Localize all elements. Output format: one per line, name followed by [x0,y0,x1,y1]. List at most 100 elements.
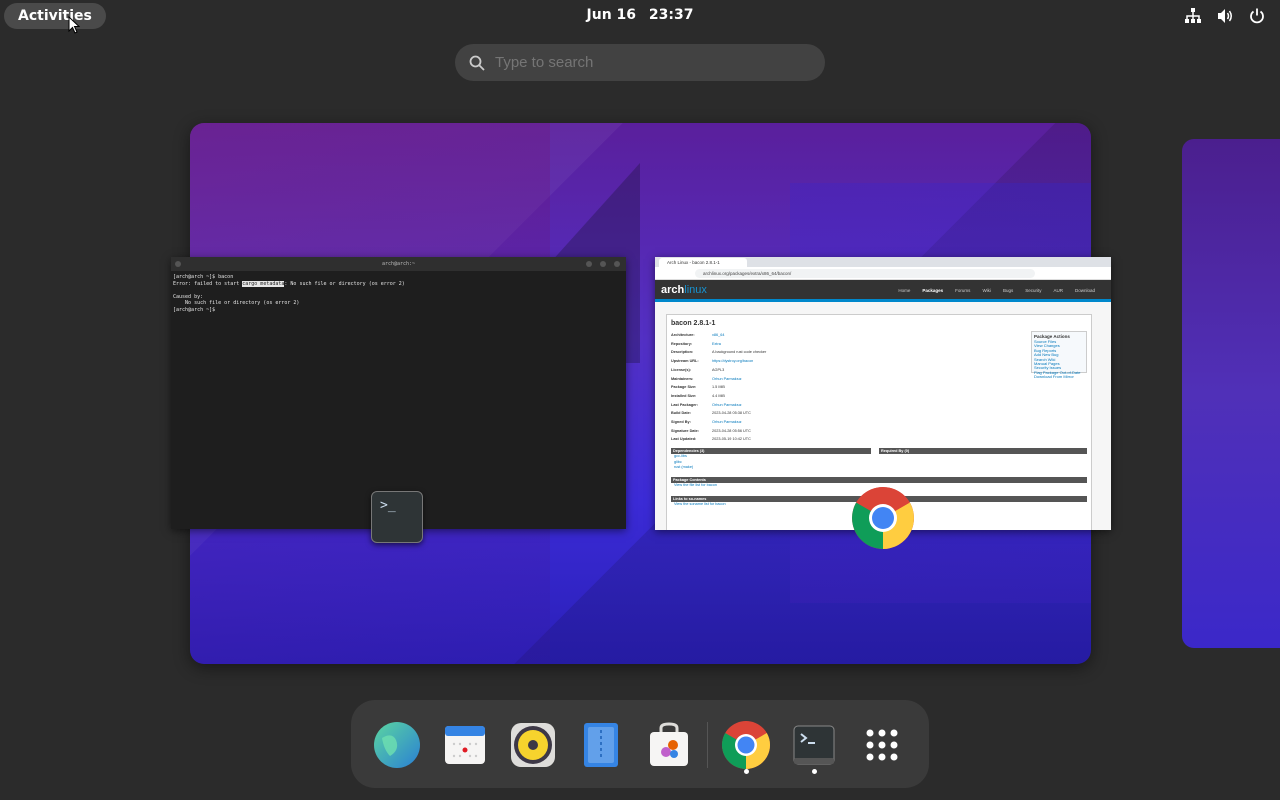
detail-key: Architecture: [671,333,695,337]
detail-value: A background rust code checker [712,350,767,355]
terminal-titlebar: arch@arch:~ [171,257,626,271]
detail-value: Extra [712,341,721,346]
detail-value: 2023-05-19 10:42 UTC [712,437,751,442]
running-indicator [812,769,817,774]
detail-key: Last Packager: [671,402,699,407]
dash [351,700,929,788]
detail-row: Upstream URL: https://dystroy.org/bacon [671,357,1087,366]
terminal-icon[interactable] [789,720,839,770]
browser-url: archlinux.org/packages/extra/x86_64/baco… [695,269,1035,278]
detail-row: Repository: Extra [671,340,1087,349]
required-by-header: Required By (0) [879,448,1087,455]
chrome-icon [852,487,914,549]
search-bar[interactable] [455,44,825,81]
detail-key: License(s): [671,367,692,372]
browser-address-bar: archlinux.org/packages/extra/x86_64/baco… [655,267,1111,280]
detail-key: Repository: [671,341,693,346]
site-nav-menu: Home Packages Forums Wiki Bugs Security … [898,288,1095,293]
terminal-line: Error: failed to start cargo metadata: N… [173,280,624,288]
terminal-app-icon: >_ [371,491,423,543]
terminal-line: [arch@arch ~]$ bacon [173,274,234,280]
new-tab-icon [586,261,592,267]
text-editor-icon[interactable] [576,720,626,770]
detail-value: 4.4 MiB [712,393,725,398]
terminal-line: [arch@arch ~]$ [173,306,219,313]
running-indicator [744,769,749,774]
detail-value: 2023-04-28 05:38 UTC [712,411,751,416]
clock-time: 23:37 [648,7,694,23]
detail-row: Architecture: x86_64 [671,331,1087,340]
detail-key: Last Updated: [671,437,697,442]
detail-row: Signature Date: 2023-04-28 05:56 UTC [671,427,1087,436]
terminal-line: Caused by: [173,293,204,300]
detail-key: Upstream URL: [671,359,699,364]
package-actions: Package Actions Source Files View Changes… [1031,331,1087,379]
chrome-icon[interactable] [721,720,771,770]
browser-tab: Arch Linux - bacon 2.8.1-1 [659,258,747,267]
package-action-link: Download From Mirror [1034,374,1074,380]
nav-item: Bugs [1002,288,1014,293]
search-input[interactable] [495,44,805,81]
calendar-icon[interactable] [440,720,490,770]
detail-value: Orhun Parmaksız [712,420,742,425]
detail-value: 1.5 MiB [712,385,725,390]
nav-item: Home [898,288,911,293]
terminal-highlight: cargo metadata [242,280,285,287]
terminal-window-thumbnail[interactable]: arch@arch:~ [arch@arch ~]$ bacon Error: f… [171,257,626,529]
detail-row: Build Date: 2023-04-28 05:38 UTC [671,409,1087,418]
detail-key: Signature Date: [671,428,700,433]
detail-value: Orhun Parmaksız [712,402,742,407]
detail-row: Package Size: 1.5 MiB [671,383,1087,392]
nav-item: Wiki [982,288,991,293]
details-table: Architecture: x86_64 Repository: Extra Descr… [671,331,1087,444]
detail-row: Signed By: Orhun Parmaksız [671,418,1087,427]
nav-item: Forums [955,288,971,293]
nav-item: Security [1025,288,1042,293]
browser-tabbar: Arch Linux - bacon 2.8.1-1 [655,257,1111,267]
detail-value: 2023-04-28 05:56 UTC [712,428,751,433]
terminal-line: No such file or directory (os error 2) [173,300,300,307]
detail-key: Build Date: [671,411,692,416]
software-store-icon[interactable] [644,720,694,770]
top-bar: Activities Jun 16 23:37 [0,0,1280,34]
terminal-title: arch@arch:~ [381,261,416,267]
power-icon[interactable] [1248,7,1266,25]
workspace-next[interactable] [1182,139,1280,648]
detail-row: License(s): AGPL3 [671,366,1087,375]
detail-value: Orhun Parmaksız [712,376,742,381]
dash-separator [707,722,708,768]
detail-key: Maintainers: [671,376,694,381]
nav-item: AUR [1053,288,1063,293]
detail-row: Installed Size: 4.4 MiB [671,392,1087,401]
nav-item: Packages [922,288,944,293]
detail-row: Maintainers: Orhun Parmaksız [671,375,1087,384]
clock[interactable]: Jun 16 23:37 [0,7,1280,23]
network-icon[interactable] [1184,7,1202,25]
detail-key: Signed By: [671,420,691,425]
terminal-error-suffix: : No such file or directory (os error 2) [284,280,405,287]
detail-value: x86_64 [712,333,725,337]
detail-value: AGPL3 [712,367,725,372]
show-apps-icon[interactable] [857,720,907,770]
detail-key: Package Size: [671,385,697,390]
detail-row: Last Packager: Orhun Parmaksız [671,401,1087,410]
browser-icon[interactable] [372,720,422,770]
detail-value: https://dystroy.org/bacon [712,359,754,364]
detail-key: Description: [671,350,694,355]
detail-key: Installed Size: [671,393,697,398]
terminal-output: [arch@arch ~]$ bacon Error: failed to sta… [171,271,626,317]
site-navbar: archlinux Home Packages Forums Wiki Bugs… [655,280,1111,302]
music-player-icon[interactable] [508,720,558,770]
search-icon [175,261,181,267]
system-tray[interactable] [1184,7,1266,25]
nav-item: Download [1074,288,1095,293]
clock-date: Jun 16 [586,7,637,23]
detail-row: Last Updated: 2023-05-19 10:42 UTC [671,435,1087,444]
detail-row: Description: A background rust code check… [671,348,1087,357]
menu-icon [600,261,606,267]
arch-logo: archlinux [661,284,707,296]
package-actions-list: Source Files View Changes Bug Reports Add N… [1034,339,1084,380]
volume-icon[interactable] [1216,7,1234,25]
package-title: bacon 2.8.1-1 [671,320,716,327]
close-icon [614,261,620,267]
